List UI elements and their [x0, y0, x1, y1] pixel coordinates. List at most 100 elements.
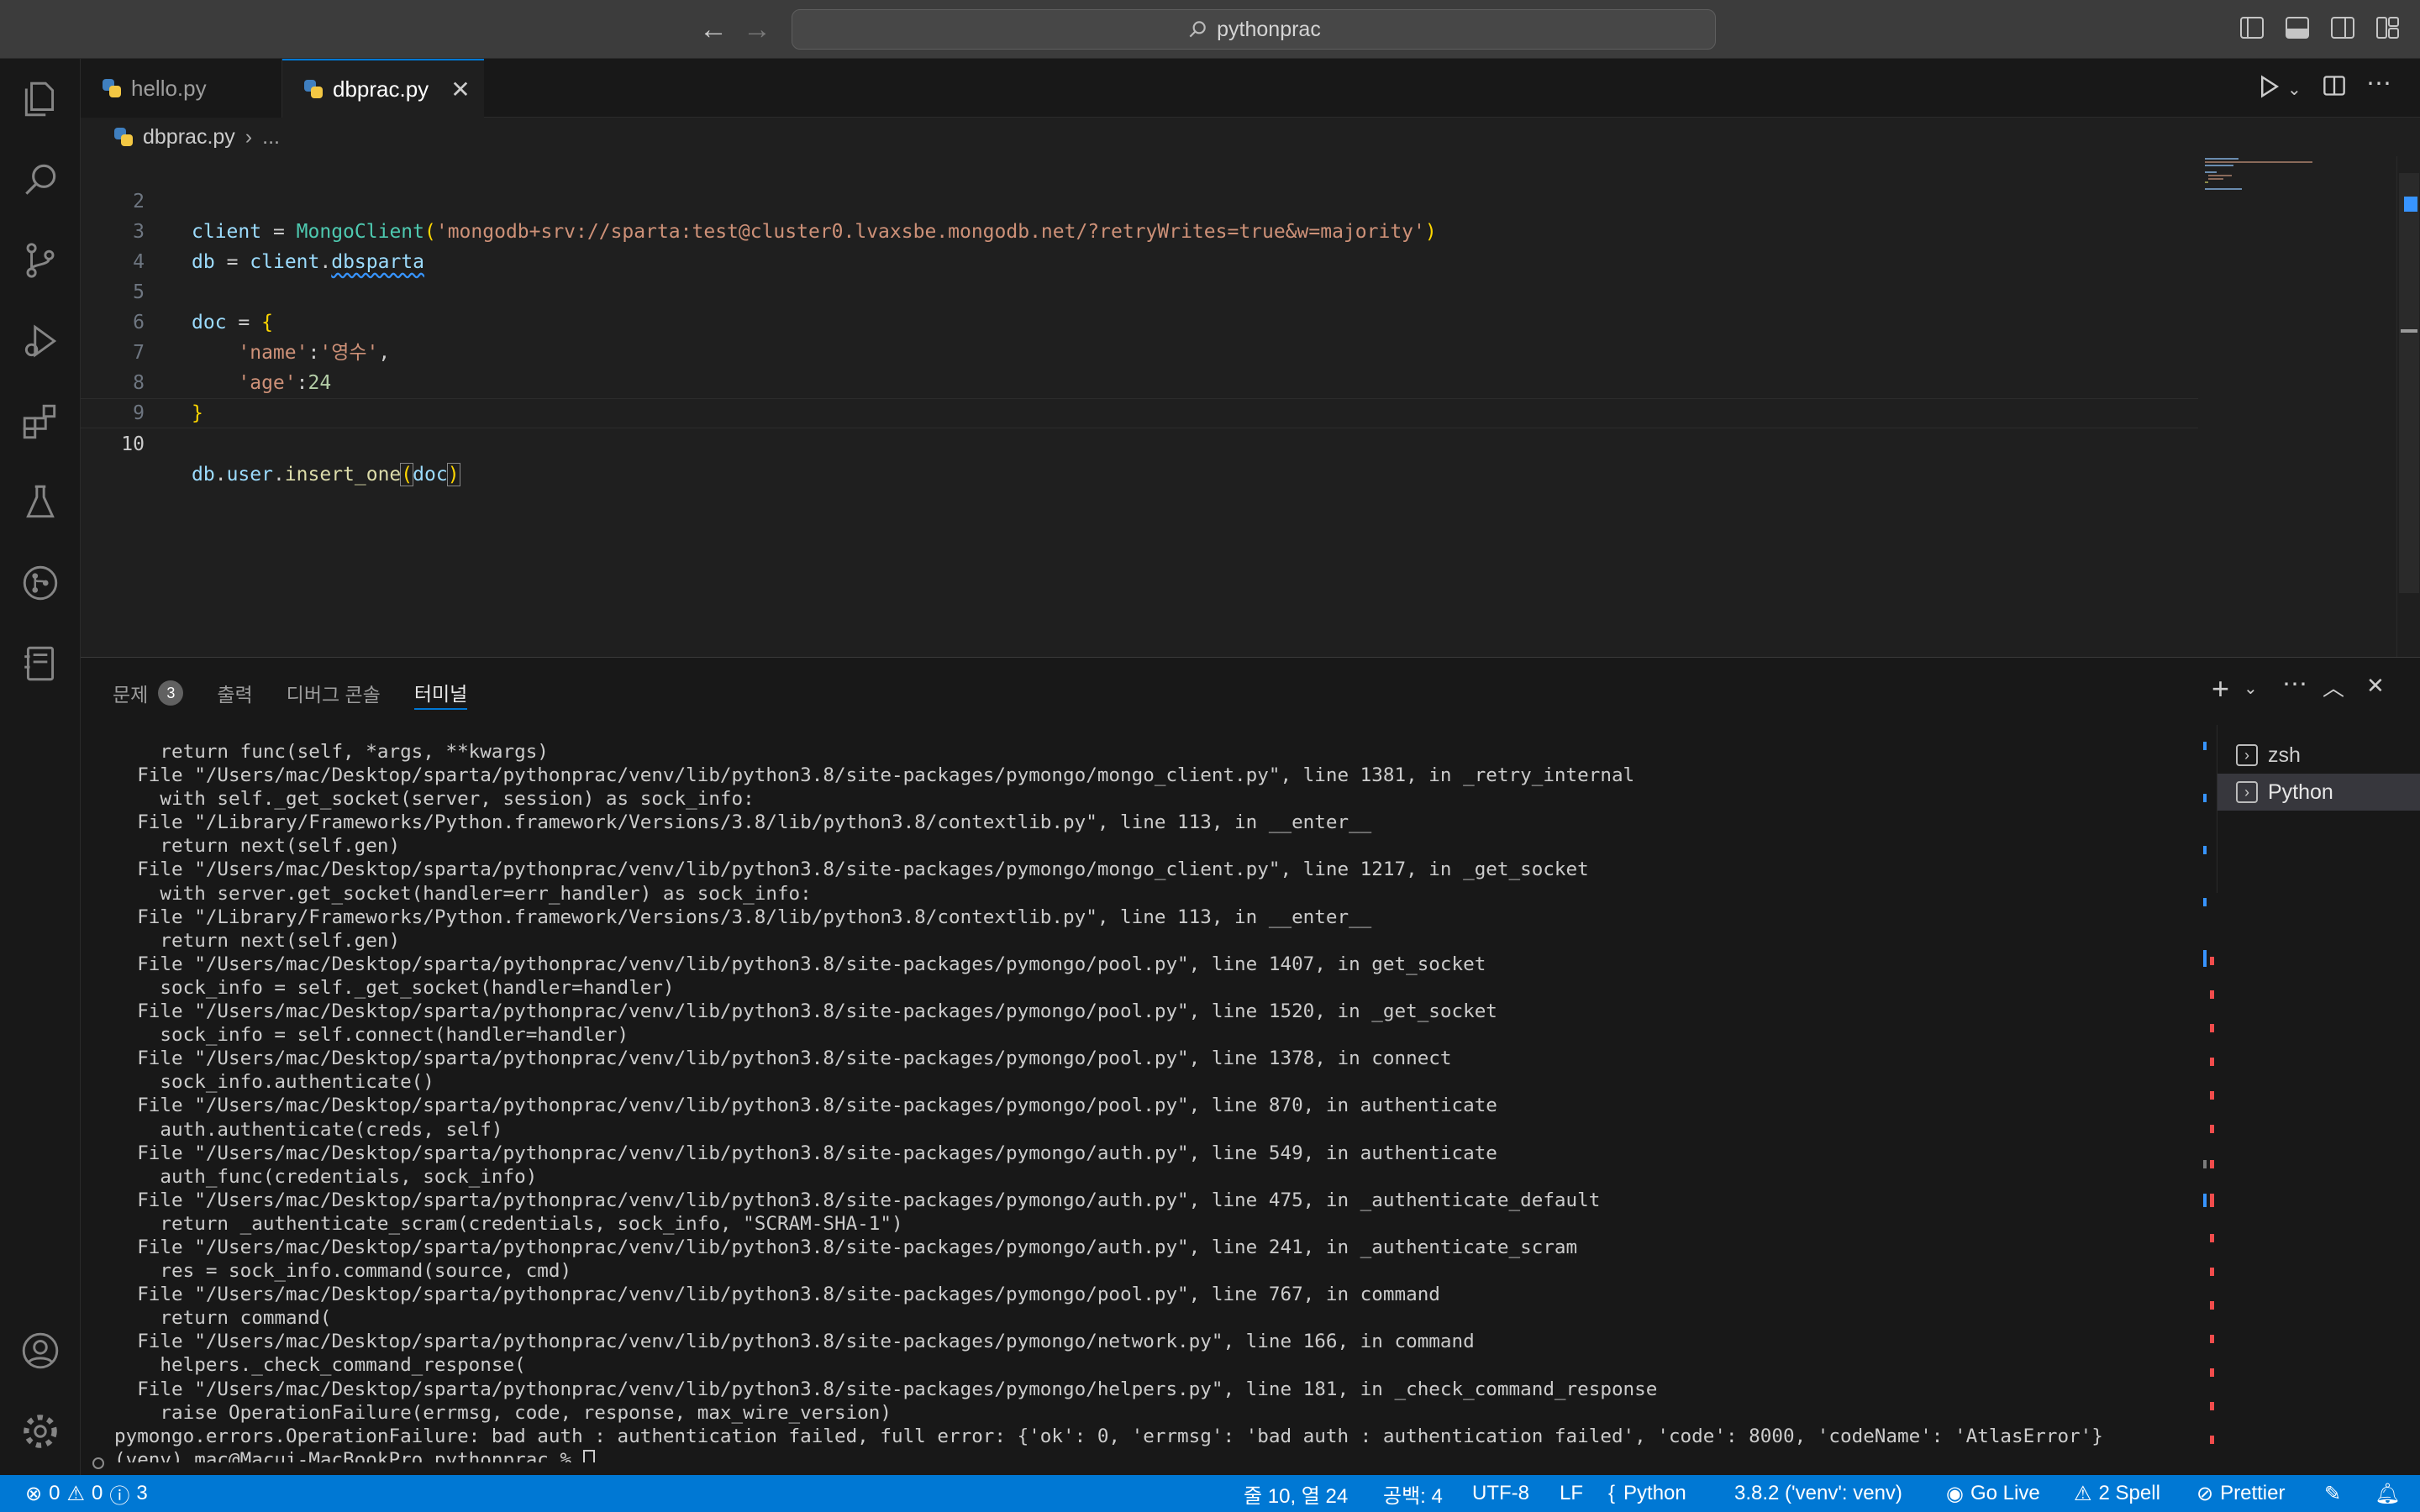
tab-problems[interactable]: 문제 3 — [113, 676, 184, 710]
tab-debug-console[interactable]: 디버그 콘솔 — [287, 676, 381, 710]
error-icon: ⊗ — [25, 1482, 43, 1505]
editor-scrollbar[interactable] — [2396, 156, 2420, 657]
account-icon[interactable] — [17, 1327, 64, 1374]
code-line: 6 'name':'영수', — [81, 277, 2198, 364]
problems-status[interactable]: ⊗ 0 ⚠ 0 ⓘ 3 — [25, 1475, 148, 1512]
terminal-prompt-text: (venv) mac@Macui-MacBookPro pythonprac % — [114, 1448, 583, 1462]
terminal-line: File "/Users/mac/Desktop/sparta/pythonpr… — [114, 1331, 1475, 1353]
maximize-panel-icon[interactable]: ︿ — [2323, 671, 2344, 702]
terminal-prompt[interactable]: (venv) mac@Macui-MacBookPro pythonprac % — [114, 1448, 2240, 1462]
back-arrow-icon[interactable]: ← — [699, 13, 728, 45]
code-editor[interactable]: 2 client = MongoClient('mongodb+srv://sp… — [81, 156, 2420, 657]
terminal-line: File "/Users/mac/Desktop/sparta/pythonpr… — [114, 1142, 1497, 1164]
indentation[interactable]: 공백: 4 — [1383, 1475, 1443, 1512]
tab-output[interactable]: 출력 — [217, 676, 252, 710]
terminal-line: File "/Users/mac/Desktop/sparta/pythonpr… — [114, 953, 1486, 975]
terminal-line: return next(self.gen) — [114, 929, 401, 952]
breadcrumb-symbols[interactable]: ... — [262, 125, 280, 150]
toggle-secondary-sidebar-icon[interactable] — [2331, 17, 2354, 39]
close-icon[interactable]: ✕ — [450, 76, 470, 103]
chevron-down-icon[interactable]: ⌄ — [2244, 678, 2258, 699]
more-icon[interactable]: ⋯ — [2366, 69, 2391, 98]
code-line: 7 'age':24 — [81, 307, 2198, 394]
search-sidebar-icon[interactable] — [17, 156, 64, 203]
terminal-line: return command( — [114, 1307, 332, 1330]
extensions-icon[interactable] — [17, 398, 64, 445]
code-line: 4 — [81, 217, 2198, 273]
files-icon[interactable] — [17, 76, 64, 123]
toggle-primary-sidebar-icon[interactable] — [2240, 17, 2264, 39]
language-mode[interactable]: { Python — [1608, 1475, 1686, 1512]
cursor-position[interactable]: 줄 10, 열 24 — [1244, 1475, 1348, 1512]
code-line-current: 10 db.user.insert_one(doc) — [81, 398, 2198, 486]
tab-hello-py[interactable]: hello.py — [81, 59, 282, 118]
split-editor-icon[interactable] — [2323, 74, 2346, 104]
testing-icon[interactable] — [17, 479, 64, 526]
info-icon: ⓘ — [109, 1484, 130, 1508]
end-of-line[interactable]: LF — [1560, 1475, 1583, 1512]
encoding[interactable]: UTF-8 — [1472, 1475, 1529, 1512]
tab-dbprac-py[interactable]: dbprac.py ✕ — [282, 59, 484, 118]
language-label: Python — [1623, 1482, 1686, 1504]
terminal-line: pymongo.errors.OperationFailure: bad aut… — [114, 1425, 2103, 1447]
settings-gear-icon[interactable] — [17, 1408, 64, 1455]
terminal-line: File "/Users/mac/Desktop/sparta/pythonpr… — [114, 1284, 1440, 1306]
notebook-icon[interactable] — [17, 640, 64, 687]
terminal-line: File "/Users/mac/Desktop/sparta/pythonpr… — [114, 764, 1635, 787]
add-terminal-icon[interactable]: + — [2212, 671, 2229, 706]
broadcast-icon: ◉ — [1946, 1482, 1964, 1505]
tab-terminal-label: 터미널 — [413, 683, 468, 705]
terminal-output[interactable]: return func(self, *args, **kwargs) File … — [114, 740, 2240, 1462]
notifications-bell-icon[interactable]: 🔔︎ — [2375, 1475, 2400, 1512]
minimap[interactable] — [2202, 156, 2319, 657]
git-graph-icon[interactable] — [17, 559, 64, 606]
tab-problems-label: 문제 — [113, 684, 149, 706]
terminal-line: with self._get_socket(server, session) a… — [114, 788, 755, 811]
terminal-item-zsh[interactable]: › zsh — [2217, 737, 2420, 774]
braces-icon: { — [1608, 1482, 1616, 1504]
source-control-icon[interactable] — [17, 237, 64, 284]
spell-status[interactable]: ⚠ 2 Spell — [2074, 1475, 2160, 1512]
chevron-down-icon[interactable]: ⌄ — [2287, 79, 2302, 100]
prettier-label: Prettier — [2220, 1482, 2286, 1504]
terminal-line: return next(self.gen) — [114, 835, 401, 858]
command-center-search[interactable]: pythonprac — [792, 9, 1716, 50]
tab-label: hello.py — [131, 75, 207, 101]
code-line: 9 — [81, 368, 2198, 424]
python-file-icon — [304, 80, 323, 98]
close-panel-icon[interactable]: ✕ — [2366, 673, 2385, 699]
tab-output-label: 출력 — [217, 684, 253, 706]
panel-tabs: 문제 3 출력 디버그 콘솔 터미널 — [113, 676, 468, 710]
terminal-line: File "/Users/mac/Desktop/sparta/pythonpr… — [114, 1378, 1658, 1400]
run-debug-icon[interactable] — [17, 318, 64, 365]
terminal-icon: › — [2236, 781, 2258, 803]
run-icon[interactable] — [2259, 74, 2281, 106]
python-interpreter[interactable]: 3.8.2 ('venv': venv) — [1734, 1475, 1902, 1512]
warning-icon: ⚠ — [66, 1482, 85, 1505]
toggle-panel-icon[interactable] — [2286, 17, 2309, 39]
terminal-line: File "/Users/mac/Desktop/sparta/pythonpr… — [114, 1000, 1497, 1023]
more-icon[interactable]: ⋯ — [2282, 669, 2307, 699]
prettier-status[interactable]: ⊘ Prettier — [2196, 1475, 2285, 1512]
terminal-line: helpers._check_command_response( — [114, 1354, 526, 1377]
go-live-label: Go Live — [1970, 1482, 2040, 1504]
terminal-line: File "/Users/mac/Desktop/sparta/pythonpr… — [114, 858, 1589, 881]
terminal-line: sock_info = self.connect(handler=handler… — [114, 1024, 629, 1047]
code-line: 5 doc = { — [81, 247, 2198, 333]
problems-count-badge: 3 — [158, 680, 184, 706]
search-icon — [1189, 21, 1206, 38]
terminal-tabs-list: › zsh › Python — [2217, 725, 2420, 893]
warning-icon: ⚠ — [2074, 1482, 2092, 1505]
go-live-button[interactable]: ◉ Go Live — [1946, 1475, 2040, 1512]
terminal-icon: › — [2236, 744, 2258, 766]
forward-arrow-icon[interactable]: → — [743, 13, 771, 45]
customize-layout-icon[interactable] — [2376, 17, 2399, 39]
terminal-item-python[interactable]: › Python — [2217, 774, 2420, 811]
activity-bar — [0, 59, 81, 1475]
line-number: 10 — [121, 433, 145, 455]
breadcrumb-file[interactable]: dbprac.py — [143, 125, 235, 150]
tab-terminal[interactable]: 터미널 — [413, 676, 468, 710]
code-line: 2 client = MongoClient('mongodb+srv://sp… — [81, 156, 2198, 243]
feedback-icon[interactable]: ✎ — [2324, 1475, 2341, 1512]
terminal-line: File "/Library/Frameworks/Python.framewo… — [114, 906, 1372, 928]
